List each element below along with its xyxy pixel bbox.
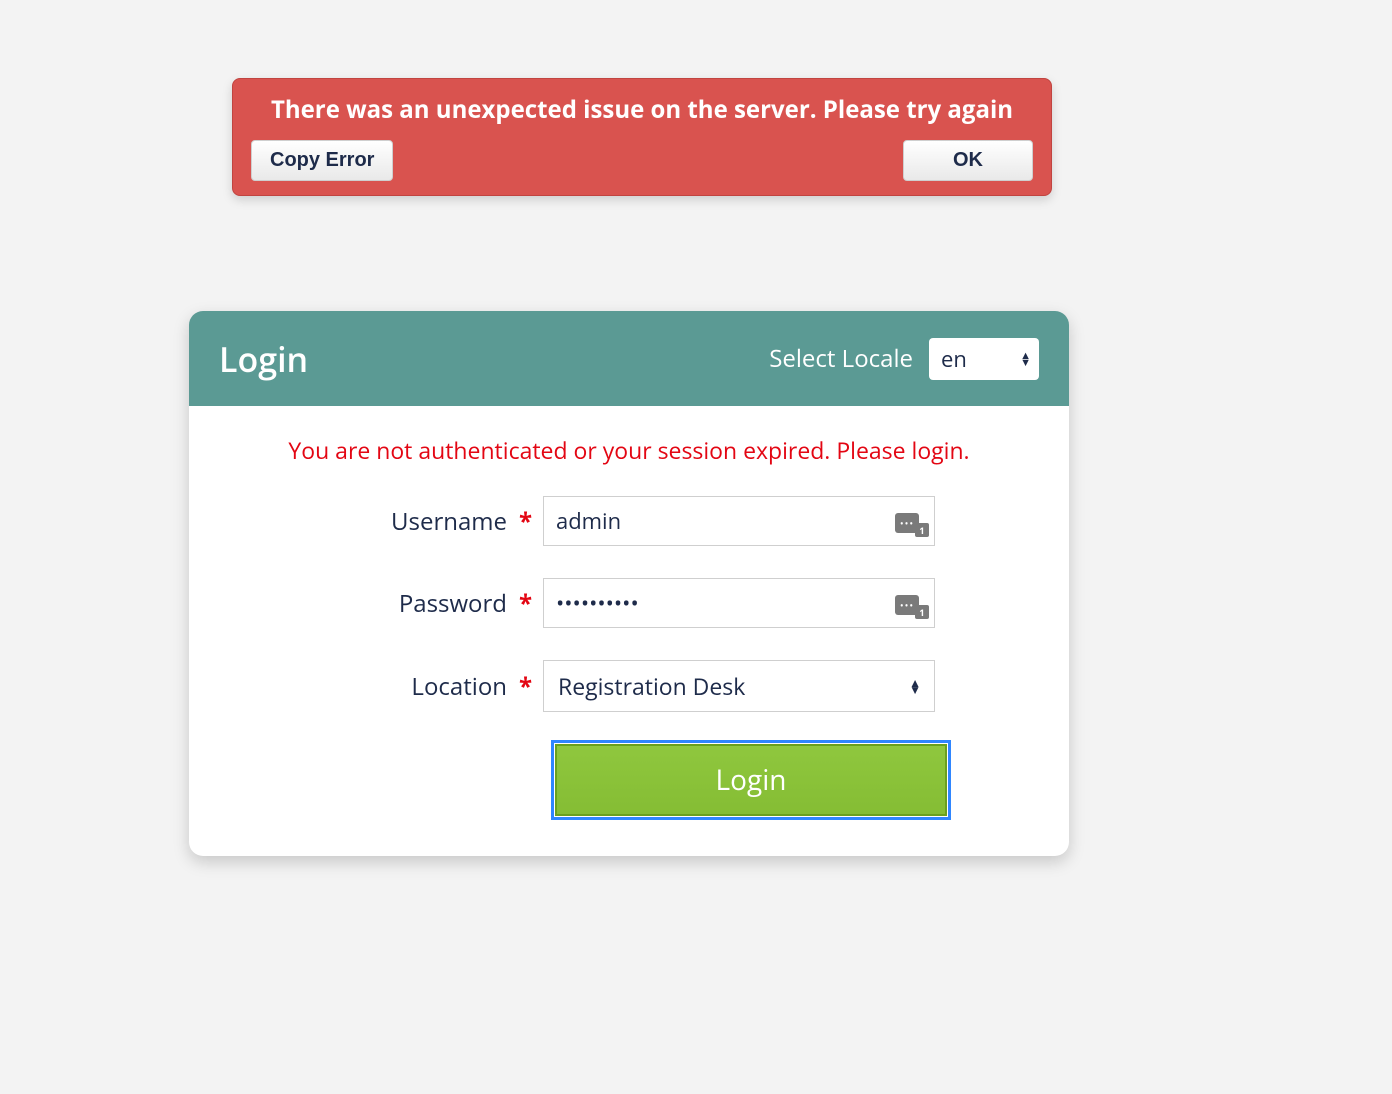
location-select-wrap[interactable]: Registration Desk ▲▼ (543, 660, 935, 712)
server-error-message: There was an unexpected issue on the ser… (251, 93, 1033, 126)
server-error-banner: There was an unexpected issue on the ser… (232, 78, 1052, 196)
location-select[interactable]: Registration Desk (543, 660, 935, 712)
password-manager-icon[interactable]: ••• 1 (895, 509, 925, 533)
login-button-row: Login (555, 744, 1029, 816)
username-input[interactable] (543, 496, 935, 546)
login-card: Login Select Locale en ▲▼ You are not au… (189, 311, 1069, 856)
location-label: Location (229, 670, 519, 703)
username-row: Username * ••• 1 (229, 496, 1029, 546)
locale-select[interactable]: en (929, 338, 1039, 380)
username-label: Username (229, 505, 519, 538)
username-field-wrap: ••• 1 (543, 496, 935, 546)
login-card-header: Login Select Locale en ▲▼ (189, 311, 1069, 406)
ok-button[interactable]: OK (903, 140, 1033, 181)
login-card-body: You are not authenticated or your sessio… (189, 406, 1069, 856)
required-asterisk: * (519, 587, 543, 620)
password-label: Password (229, 587, 519, 620)
error-banner-buttons: Copy Error OK (251, 140, 1033, 181)
login-title: Login (219, 336, 308, 382)
locale-select-wrap[interactable]: en ▲▼ (929, 338, 1039, 380)
password-row: Password * ••• 1 (229, 578, 1029, 628)
locale-group: Select Locale en ▲▼ (769, 338, 1039, 380)
password-manager-icon[interactable]: ••• 1 (895, 591, 925, 615)
login-button[interactable]: Login (555, 744, 947, 816)
location-row: Location * Registration Desk ▲▼ (229, 660, 1029, 712)
locale-label: Select Locale (769, 342, 913, 375)
session-expired-message: You are not authenticated or your sessio… (229, 434, 1029, 466)
password-field-wrap: ••• 1 (543, 578, 935, 628)
copy-error-button[interactable]: Copy Error (251, 140, 393, 181)
password-input[interactable] (543, 578, 935, 628)
required-asterisk: * (519, 505, 543, 538)
required-asterisk: * (519, 670, 543, 703)
